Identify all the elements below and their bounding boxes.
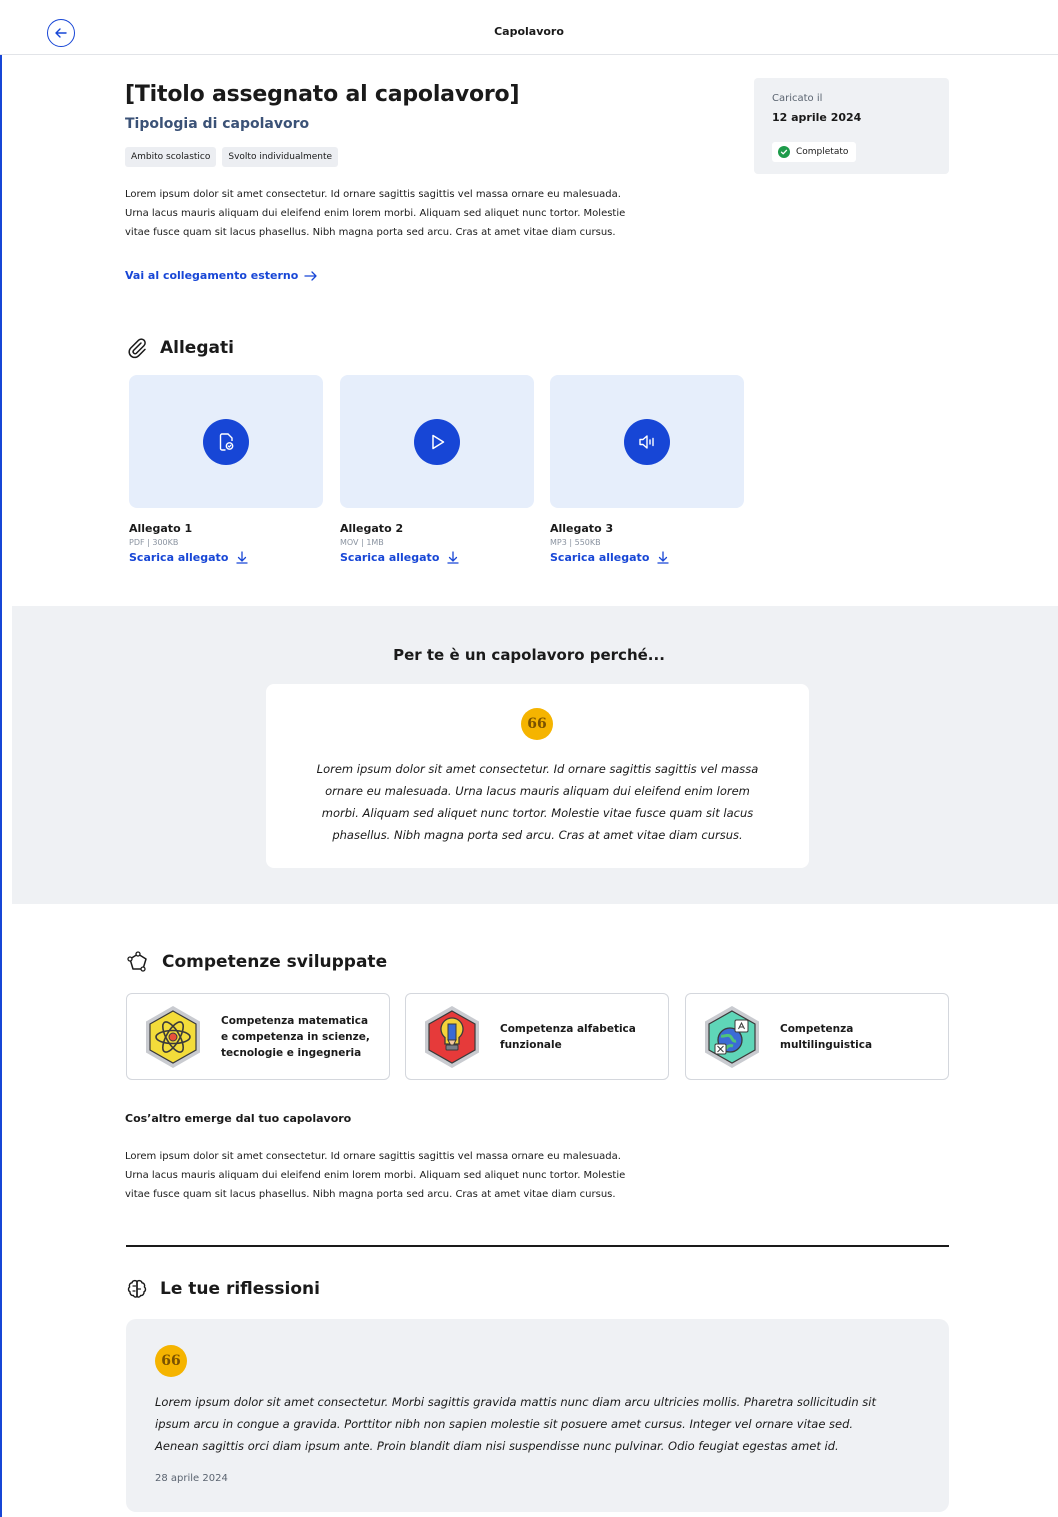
competence-label: Competenza alfabetica funzionale xyxy=(500,994,658,1079)
attachment-name: Allegato 1 xyxy=(129,522,193,535)
work-type: Tipologia di capolavoro xyxy=(125,116,310,132)
competences-title: Competenze sviluppate xyxy=(162,952,388,972)
quote-icon: 66 xyxy=(521,708,553,740)
quote-line: phasellus. Nibh magna porta sed arcu. Cr… xyxy=(332,828,743,842)
attachment-card[interactable]: Allegato 2 MOV | 1MB Scarica allegato xyxy=(340,375,534,564)
download-icon xyxy=(236,551,249,564)
competences-heading: Competenze sviluppate xyxy=(126,951,387,973)
competence-card[interactable]: Competenza multilinguistica xyxy=(685,993,949,1080)
attachment-card[interactable]: Allegato 1 PDF | 300KB Scarica allegato xyxy=(129,375,323,564)
reflections-heading: Le tue riflessioni xyxy=(126,1278,320,1300)
tag-chip: Ambito scolastico xyxy=(125,147,217,167)
reflection-date: 28 aprile 2024 xyxy=(155,1473,228,1484)
description-line: Urna lacus mauris aliquam dui eleifend e… xyxy=(125,208,626,219)
why-quote-text: Lorem ipsum dolor sit amet consectetur. … xyxy=(296,758,779,846)
attachment-preview[interactable] xyxy=(129,375,323,508)
competence-card[interactable]: Competenza matematica e competenza in sc… xyxy=(126,993,390,1080)
reflection-text: Lorem ipsum dolor sit amet consectetur. … xyxy=(155,1391,923,1457)
reflection-line: Aenean sagittis orci diam ipsum ante. Pr… xyxy=(155,1439,839,1453)
tag-list: Ambito scolastico Svolto individualmente xyxy=(125,147,339,167)
competence-label-line: Competenza xyxy=(780,1022,854,1035)
attachment-card[interactable]: Allegato 3 MP3 | 550KB Scarica allegato xyxy=(550,375,744,564)
status-label: Completato xyxy=(796,147,849,157)
reflection-line: ipsum arcu in congue a gravida. Porttito… xyxy=(155,1417,854,1431)
quote-line: ornare eu malesuada. Urna lacus mauris a… xyxy=(325,784,750,798)
document-icon xyxy=(219,432,234,451)
download-label: Scarica allegato xyxy=(340,551,440,564)
download-link[interactable]: Scarica allegato xyxy=(129,551,323,564)
description-line: Lorem ipsum dolor sit amet consectetur. … xyxy=(125,1151,621,1162)
description-line: Lorem ipsum dolor sit amet consectetur. … xyxy=(125,189,621,200)
emerge-description: Lorem ipsum dolor sit amet consectetur. … xyxy=(125,1147,685,1204)
attachment-icon-circle xyxy=(414,418,460,465)
reflection-line: Lorem ipsum dolor sit amet consectetur. … xyxy=(155,1395,876,1409)
upload-status-card: Caricato il 12 aprile 2024 Completato xyxy=(754,78,949,174)
quote-line: Lorem ipsum dolor sit amet consectetur. … xyxy=(316,762,759,776)
attachment-preview[interactable] xyxy=(340,375,534,508)
competence-label-line: e competenza in scienze, xyxy=(221,1030,370,1043)
attachment-preview[interactable] xyxy=(550,375,744,508)
download-link[interactable]: Scarica allegato xyxy=(550,551,744,564)
reflection-card: 66 Lorem ipsum dolor sit amet consectetu… xyxy=(126,1319,949,1512)
competence-card[interactable]: Competenza alfabetica funzionale xyxy=(405,993,669,1080)
attachment-meta: MP3 | 550KB xyxy=(550,538,601,547)
reflections-title: Le tue riflessioni xyxy=(160,1279,320,1299)
download-icon xyxy=(657,551,670,564)
why-quote-card: 66 Lorem ipsum dolor sit amet consectetu… xyxy=(266,684,809,868)
brain-icon xyxy=(127,1279,147,1298)
work-description: Lorem ipsum dolor sit amet consectetur. … xyxy=(125,185,685,242)
network-icon xyxy=(127,951,147,972)
paperclip-icon xyxy=(128,338,146,359)
competence-label: Competenza multilinguistica xyxy=(780,994,938,1079)
tag-chip: Svolto individualmente xyxy=(222,147,339,167)
external-link[interactable]: Vai al collegamento esterno xyxy=(125,269,318,282)
attachment-icon-circle xyxy=(203,418,249,465)
top-bar: Capolavoro xyxy=(0,0,1058,55)
download-link[interactable]: Scarica allegato xyxy=(340,551,534,564)
globe-badge-icon xyxy=(705,1006,759,1068)
attachment-name: Allegato 2 xyxy=(340,522,404,535)
attachment-meta: MOV | 1MB xyxy=(340,538,384,547)
description-line: vitae fusce quam sit lacus phasellus. Ni… xyxy=(125,227,616,238)
download-icon xyxy=(447,551,460,564)
competence-label-line: tecnologie e ingegneria xyxy=(221,1046,362,1059)
section-divider xyxy=(126,1245,949,1247)
play-icon xyxy=(432,434,445,449)
attachment-name: Allegato 3 xyxy=(550,522,614,535)
download-label: Scarica allegato xyxy=(129,551,229,564)
attachments-title: Allegati xyxy=(160,338,234,358)
description-line: vitae fusce quam sit lacus phasellus. Ni… xyxy=(125,1189,616,1200)
emerge-heading: Cos’altro emerge dal tuo capolavoro xyxy=(125,1112,352,1125)
competence-label: Competenza matematica e competenza in sc… xyxy=(221,994,379,1079)
competence-label-line: Competenza matematica xyxy=(221,1014,369,1027)
atom-badge-icon xyxy=(146,1006,200,1068)
quote-icon: 66 xyxy=(155,1345,187,1377)
competence-label-line: multilinguistica xyxy=(780,1038,873,1051)
audio-icon xyxy=(639,434,654,449)
uploaded-label: Caricato il xyxy=(772,93,823,104)
description-line: Urna lacus mauris aliquam dui eleifend e… xyxy=(125,1170,626,1181)
external-link-label: Vai al collegamento esterno xyxy=(125,269,299,282)
competence-label-line: Competenza alfabetica xyxy=(500,1022,636,1035)
uploaded-date: 12 aprile 2024 xyxy=(772,111,862,124)
download-label: Scarica allegato xyxy=(550,551,650,564)
quote-line: morbi. Aliquam sed aliquet nunc tortor. … xyxy=(321,806,754,820)
attachment-meta: PDF | 300KB xyxy=(129,538,179,547)
status-badge: Completato xyxy=(772,142,857,162)
competence-label-line: funzionale xyxy=(500,1038,562,1051)
pencil-badge-icon xyxy=(425,1006,479,1068)
page-title: Capolavoro xyxy=(494,25,564,38)
attachment-icon-circle xyxy=(624,418,670,465)
arrow-right-icon xyxy=(304,270,317,281)
check-circle-icon xyxy=(778,146,790,158)
work-title: [Titolo assegnato al capolavoro] xyxy=(125,82,520,107)
attachments-heading: Allegati xyxy=(126,337,234,359)
why-heading: Per te è un capolavoro perché... xyxy=(393,646,665,664)
